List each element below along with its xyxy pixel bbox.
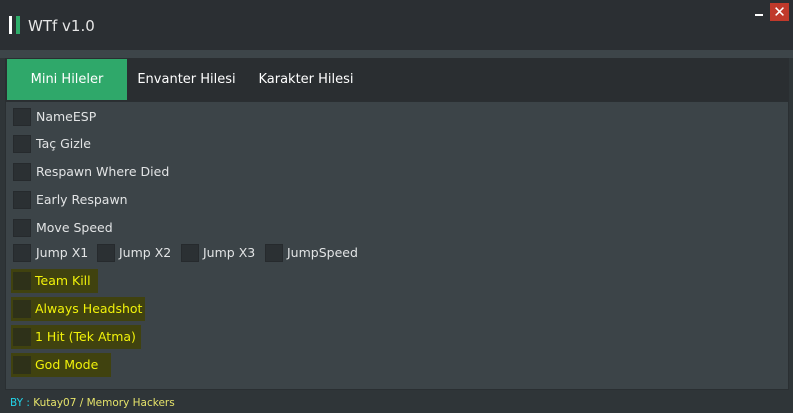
jump-x2-checkbox[interactable] xyxy=(97,244,115,262)
minimize-button[interactable] xyxy=(750,4,768,20)
one-hit-checkbox[interactable] xyxy=(13,328,31,346)
title-bar: WTf v1.0 ✕ xyxy=(0,0,793,50)
god-mode-checkbox[interactable] xyxy=(13,356,31,374)
jump-x3-checkbox[interactable] xyxy=(181,244,199,262)
option-jump-x3[interactable]: Jump X3 xyxy=(181,241,261,265)
option-one-hit[interactable]: 1 Hit (Tek Atma) xyxy=(11,325,141,349)
jump-x1-label: Jump X1 xyxy=(36,245,89,260)
move-speed-label: Move Speed xyxy=(36,220,113,235)
team-kill-label: Team Kill xyxy=(35,273,91,288)
credits-footer: BY : Kutay07 / Memory Hackers xyxy=(10,396,175,410)
option-team-kill[interactable]: Team Kill xyxy=(11,269,98,293)
tac-gizle-label: Taç Gizle xyxy=(36,136,91,151)
early-respawn-checkbox[interactable] xyxy=(13,191,31,209)
name-esp-checkbox[interactable] xyxy=(13,108,31,126)
tab-karakter-hilesi[interactable]: Karakter Hilesi xyxy=(250,59,362,100)
team-kill-checkbox[interactable] xyxy=(13,272,31,290)
window-title: WTf v1.0 xyxy=(28,17,95,35)
jump-speed-checkbox[interactable] xyxy=(265,244,283,262)
respawn-where-died-label: Respawn Where Died xyxy=(36,164,170,179)
god-mode-label: God Mode xyxy=(35,357,99,372)
early-respawn-label: Early Respawn xyxy=(36,192,128,207)
jump-x2-label: Jump X2 xyxy=(119,245,172,260)
name-esp-label: NameESP xyxy=(36,109,97,124)
credits-by-label: BY : xyxy=(10,397,30,409)
close-button[interactable]: ✕ xyxy=(770,3,789,21)
always-headshot-label: Always Headshot xyxy=(35,301,143,316)
always-headshot-checkbox[interactable] xyxy=(13,300,31,318)
option-respawn-where-died[interactable]: Respawn Where Died xyxy=(13,160,213,184)
move-speed-checkbox[interactable] xyxy=(13,219,31,237)
jump-x3-label: Jump X3 xyxy=(203,245,256,260)
tab-envanter-hilesi[interactable]: Envanter Hilesi xyxy=(130,59,243,100)
credits-author: Kutay07 / Memory Hackers xyxy=(33,397,175,409)
option-tac-gizle[interactable]: Taç Gizle xyxy=(13,132,213,156)
tab-bar: Mini Hileler Envanter Hilesi Karakter Hi… xyxy=(5,58,789,101)
tac-gizle-checkbox[interactable] xyxy=(13,135,31,153)
option-move-speed[interactable]: Move Speed xyxy=(13,216,213,240)
tab-mini-hileler[interactable]: Mini Hileler xyxy=(7,59,127,100)
option-jump-x1[interactable]: Jump X1 xyxy=(13,241,93,265)
jump-speed-label: JumpSpeed xyxy=(287,245,358,260)
respawn-where-died-checkbox[interactable] xyxy=(13,163,31,181)
option-god-mode[interactable]: God Mode xyxy=(11,353,111,377)
jump-x1-checkbox[interactable] xyxy=(13,244,31,262)
options-panel: NameESP Taç Gizle Respawn Where Died Ear… xyxy=(5,101,789,390)
title-separator xyxy=(0,50,793,58)
option-always-headshot[interactable]: Always Headshot xyxy=(11,297,145,321)
option-jump-x2[interactable]: Jump X2 xyxy=(97,241,177,265)
one-hit-label: 1 Hit (Tek Atma) xyxy=(35,329,136,344)
option-jump-speed[interactable]: JumpSpeed xyxy=(265,241,365,265)
logo-icon xyxy=(9,16,21,34)
option-name-esp[interactable]: NameESP xyxy=(13,105,213,129)
option-early-respawn[interactable]: Early Respawn xyxy=(13,188,213,212)
